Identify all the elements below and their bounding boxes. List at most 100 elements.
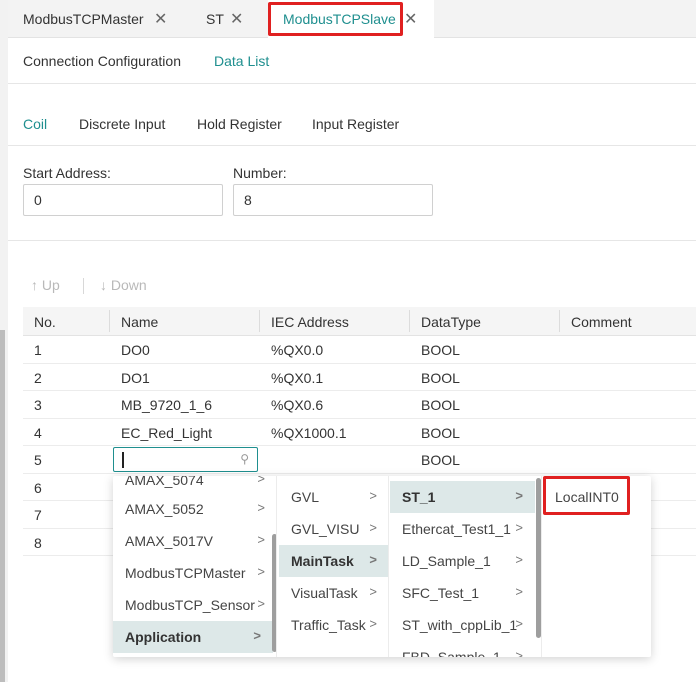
close-icon[interactable]: ✕ [230, 9, 243, 29]
header-no[interactable]: No. [34, 314, 56, 330]
cascader-option[interactable]: ModbusTCPMaster > [113, 557, 276, 589]
chevron-right-icon: > [369, 584, 377, 599]
cascader-option[interactable]: LD_Sample_1 > [390, 545, 535, 577]
chevron-right-icon: > [257, 596, 265, 611]
cell-name[interactable]: DO1 [121, 370, 150, 386]
option-label: ModbusTCPMaster [125, 565, 246, 581]
cell-iec-address: %QX0.1 [271, 369, 324, 386]
option-label: AMAX_5074 [125, 476, 204, 488]
option-label: ST_1 [402, 489, 436, 505]
cascader-option[interactable]: VisualTask > [279, 577, 388, 609]
divider [8, 240, 696, 241]
option-highlight-box [543, 476, 630, 515]
chevron-right-icon: > [369, 520, 377, 535]
tab-hold-register[interactable]: Hold Register [197, 116, 282, 132]
option-label: MainTask [291, 553, 354, 569]
chevron-right-icon: > [257, 500, 265, 515]
start-address-label: Start Address: [23, 165, 111, 181]
cascader-option-selected[interactable]: Application > [113, 621, 273, 653]
chevron-right-icon: > [369, 616, 377, 631]
cell-name[interactable]: EC_Red_Light [121, 425, 212, 441]
option-label: ModbusTCP_Sensor [125, 597, 255, 613]
cell-datatype: BOOL [421, 452, 460, 468]
option-label: ST_with_cppLib_1 [402, 617, 518, 633]
cascader-option[interactable]: SFC_Test_1 > [390, 577, 535, 609]
header-comment[interactable]: Comment [571, 314, 632, 330]
cascader-option[interactable]: AMAX_5052 > [113, 493, 276, 525]
cell-no: 5 [34, 452, 42, 468]
option-label: FBD_Sample_1 [402, 649, 501, 657]
tab-modbustcpmaster[interactable]: ModbusTCPMaster ✕ [8, 0, 206, 38]
name-edit-input[interactable]: ⚲ [113, 447, 258, 472]
cell-no: 2 [34, 369, 42, 386]
cell-iec-address: %QX0.0 [271, 342, 324, 358]
option-label: AMAX_5017V [125, 533, 213, 549]
chevron-right-icon: > [369, 552, 377, 567]
cascader-option[interactable]: Traffic_Task > [279, 609, 388, 641]
cascader-option[interactable]: FBD_Sample_1 > [390, 641, 535, 657]
number-label: Number: [233, 165, 287, 181]
cascader-option[interactable]: GVL > [279, 481, 388, 513]
table-row[interactable]: 4 EC_Red_Light %QX1000.1 BOOL [23, 419, 696, 446]
cascader-option-selected[interactable]: ST_1 > [390, 481, 535, 513]
cell-no: 8 [34, 534, 42, 551]
cascader-option[interactable]: ModbusTCP_Sensor > [113, 589, 276, 621]
tab-label: ModbusTCPMaster [23, 11, 144, 27]
cascader-scrollbar[interactable] [272, 534, 276, 652]
column-separator [409, 310, 410, 332]
cascader-option[interactable]: AMAX_5017V > [113, 525, 276, 557]
table-row[interactable]: 1 DO0 %QX0.0 BOOL [23, 336, 696, 364]
cascader-option[interactable]: Ethercat_Test1_1 > [390, 513, 535, 545]
tab-discrete-input[interactable]: Discrete Input [79, 116, 165, 132]
option-label: Ethercat_Test1_1 [402, 521, 511, 537]
table-row[interactable]: 3 MB_9720_1_6 %QX0.6 BOOL [23, 391, 696, 419]
cascader-option-selected[interactable]: MainTask > [279, 545, 388, 577]
cell-name[interactable]: DO0 [121, 342, 150, 358]
move-up-button[interactable]: ↑ Up [31, 277, 60, 293]
option-label: Application [125, 629, 202, 645]
cell-datatype: BOOL [421, 424, 460, 441]
search-icon[interactable]: ⚲ [240, 452, 249, 466]
header-datatype[interactable]: DataType [421, 314, 481, 330]
number-input[interactable]: 8 [233, 184, 433, 216]
tab-st[interactable]: ST ✕ [206, 0, 266, 38]
option-label: SFC_Test_1 [402, 585, 480, 601]
subtab-data-list[interactable]: Data List [214, 53, 269, 69]
chevron-right-icon: > [257, 564, 265, 579]
left-scrollbar[interactable] [0, 0, 8, 682]
cascader-option[interactable]: ST_with_cppLib_1 > [390, 609, 535, 641]
subtab-connection-configuration[interactable]: Connection Configuration [23, 53, 181, 69]
cell-no: 4 [34, 424, 42, 441]
config-subtabs: Connection Configuration Data List [8, 38, 696, 84]
table-row[interactable]: 2 DO1 %QX0.1 BOOL [23, 364, 696, 391]
cascader-option[interactable]: GVL_VISU > [279, 513, 388, 545]
cascader-scrollbar[interactable] [536, 478, 541, 638]
chevron-right-icon: > [515, 616, 523, 631]
column-separator [559, 310, 560, 332]
cell-name[interactable]: MB_9720_1_6 [121, 397, 212, 413]
column-separator [259, 310, 260, 332]
chevron-right-icon: > [515, 584, 523, 599]
cell-datatype: BOOL [421, 397, 460, 413]
cell-no: 6 [34, 479, 42, 496]
move-down-button[interactable]: ↓ Down [100, 277, 147, 293]
close-icon[interactable]: ✕ [404, 9, 417, 29]
chevron-right-icon: > [257, 476, 265, 486]
start-address-input[interactable]: 0 [23, 184, 223, 216]
chevron-right-icon: > [515, 520, 523, 535]
tab-coil[interactable]: Coil [23, 116, 47, 132]
chevron-right-icon: > [369, 488, 377, 503]
close-icon[interactable]: ✕ [154, 9, 167, 29]
cell-iec-address: %QX0.6 [271, 397, 324, 413]
toolbar-separator [83, 278, 84, 294]
header-name[interactable]: Name [121, 314, 158, 330]
tab-label: ST [206, 11, 224, 27]
table-header: No. Name IEC Address DataType Comment [23, 307, 696, 336]
cascader-column-tasks: GVL > GVL_VISU > MainTask > VisualTask >… [279, 476, 389, 657]
tab-input-register[interactable]: Input Register [312, 116, 399, 132]
cascader-column-programs: ST_1 > Ethercat_Test1_1 > LD_Sample_1 > … [390, 476, 542, 657]
cell-no: 7 [34, 507, 42, 523]
header-iec-address[interactable]: IEC Address [271, 314, 349, 330]
left-scrollbar-thumb[interactable] [0, 330, 5, 682]
cell-iec-address: %QX1000.1 [271, 424, 347, 441]
